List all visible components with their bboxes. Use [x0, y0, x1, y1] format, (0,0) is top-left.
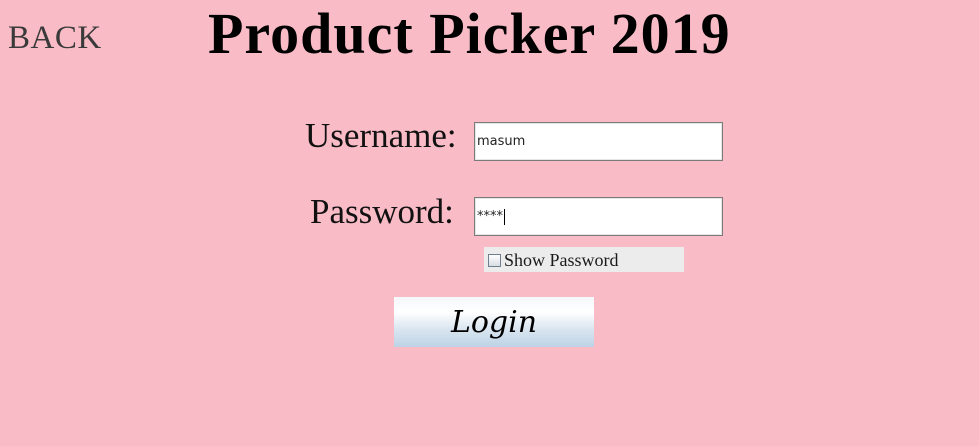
password-value: **** [477, 209, 503, 224]
page-title: Product Picker 2019 [208, 1, 731, 66]
password-input[interactable]: **** [474, 197, 723, 236]
password-label: Password: [310, 192, 454, 231]
login-button[interactable]: Login [394, 297, 594, 347]
show-password-label: Show Password [504, 249, 619, 270]
text-caret [504, 208, 505, 225]
show-password-toggle[interactable]: Show Password [484, 247, 684, 272]
show-password-checkbox[interactable] [488, 254, 501, 267]
back-link[interactable]: BACK [8, 22, 102, 55]
username-input[interactable]: masum [474, 122, 723, 161]
username-label: Username: [305, 116, 457, 155]
username-value: masum [477, 134, 526, 149]
login-button-label: Login [450, 304, 538, 340]
